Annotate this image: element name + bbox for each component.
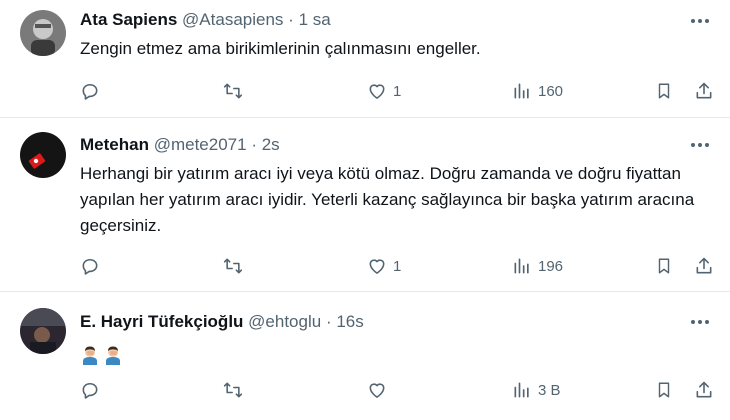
retweet-button[interactable]: [222, 77, 244, 105]
reply-button[interactable]: [80, 77, 100, 105]
like-button[interactable]: 1: [367, 77, 401, 105]
author-name[interactable]: Metehan: [80, 135, 149, 154]
avatar[interactable]: [20, 308, 66, 354]
share-icon: [696, 82, 712, 99]
author-handle[interactable]: @ehtoglu: [248, 312, 321, 331]
timestamp[interactable]: 2s: [262, 135, 280, 154]
share-button[interactable]: [694, 252, 714, 280]
author-name[interactable]: E. Hayri Tüfekçioğlu: [80, 312, 243, 331]
reply-button[interactable]: [80, 252, 100, 280]
heart-icon: [369, 84, 385, 99]
retweet-button[interactable]: [222, 252, 244, 280]
tweet-2[interactable]: Metehan @mete2071 · 2s Herhangi bir yatı…: [0, 118, 730, 292]
share-button[interactable]: [694, 376, 714, 404]
separator: ·: [251, 135, 257, 154]
retweet-button[interactable]: [222, 376, 244, 404]
bookmark-icon: [658, 382, 670, 398]
action-bar: 3 B: [80, 376, 720, 404]
bar-chart-icon: [514, 83, 529, 99]
reply-icon: [82, 382, 98, 399]
more-options-icon[interactable]: [688, 134, 712, 156]
bookmark-icon: [658, 83, 670, 99]
like-button[interactable]: [367, 376, 387, 404]
tweet-text: Herhangi bir yatırım aracı iyi veya kötü…: [80, 164, 695, 235]
views-button[interactable]: 3 B: [512, 376, 561, 404]
timestamp[interactable]: 1 sa: [299, 10, 331, 29]
retweet-icon: [223, 382, 243, 398]
bar-chart-icon: [514, 382, 529, 398]
bar-chart-icon: [514, 258, 529, 274]
timestamp[interactable]: 16s: [336, 312, 363, 331]
avatar[interactable]: [20, 132, 66, 178]
like-count: 1: [393, 257, 402, 275]
tweet-1[interactable]: Ata Sapiens @Atasapiens · 1 sa Zengin et…: [0, 0, 730, 118]
heart-icon: [369, 259, 385, 274]
tweet-text: Zengin etmez ama birikimlerinin çalınmas…: [80, 39, 481, 58]
avatar[interactable]: [20, 10, 66, 56]
man-facepalming-emoji: [83, 346, 97, 365]
man-facepalming-emoji: [106, 346, 120, 365]
bookmark-button[interactable]: [655, 77, 673, 105]
retweet-icon: [223, 258, 243, 274]
bookmark-button[interactable]: [655, 252, 673, 280]
like-count: 1: [393, 82, 402, 100]
view-count: 3 B: [538, 381, 561, 399]
view-count: 196: [538, 257, 564, 275]
tweet-3[interactable]: E. Hayri Tüfekçioğlu @ehtoglu · 16s 3 B: [0, 292, 730, 420]
separator: ·: [325, 312, 332, 331]
reply-icon: [82, 83, 98, 100]
share-icon: [696, 381, 712, 398]
more-options-icon[interactable]: [688, 311, 712, 333]
retweet-icon: [223, 83, 243, 99]
author-name[interactable]: Ata Sapiens: [80, 10, 177, 29]
tweet-text: [80, 341, 700, 367]
share-button[interactable]: [694, 77, 714, 105]
more-options-icon[interactable]: [688, 10, 712, 32]
separator: ·: [288, 10, 294, 29]
views-button[interactable]: 160: [512, 77, 563, 105]
author-handle[interactable]: @mete2071: [154, 135, 247, 154]
bookmark-icon: [658, 258, 670, 274]
reply-button[interactable]: [80, 376, 100, 404]
views-button[interactable]: 196: [512, 252, 563, 280]
action-bar: 1 160: [80, 77, 720, 105]
heart-icon: [369, 383, 385, 398]
author-handle[interactable]: @Atasapiens: [182, 10, 283, 29]
share-icon: [696, 257, 712, 274]
view-count: 160: [538, 82, 564, 100]
like-button[interactable]: 1: [367, 252, 401, 280]
bookmark-button[interactable]: [655, 376, 673, 404]
reply-icon: [82, 258, 98, 275]
action-bar: 1 196: [80, 252, 720, 280]
